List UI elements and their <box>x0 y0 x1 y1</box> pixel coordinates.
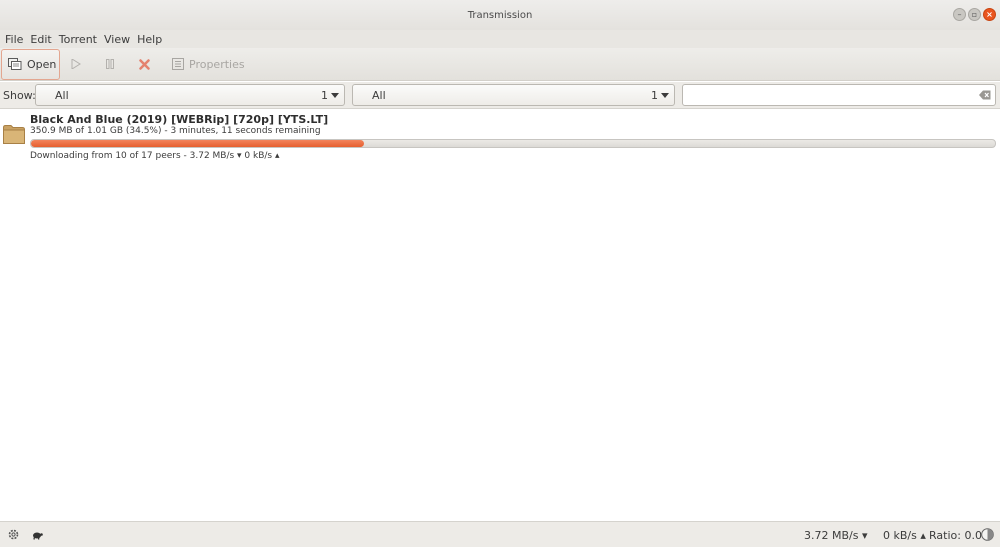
download-speed: 3.72 MB/s ▾ <box>804 529 868 542</box>
torrent-progress-text: 350.9 MB of 1.01 GB (34.5%) - 3 minutes,… <box>30 126 321 136</box>
search-input[interactable] <box>682 84 996 106</box>
menu-torrent[interactable]: Torrent <box>56 33 100 46</box>
show-label: Show: <box>3 89 36 102</box>
minimize-button[interactable]: – <box>953 8 966 21</box>
menu-bar: File Edit Torrent View Help <box>0 30 1000 48</box>
tracker-filter-value: All <box>372 89 386 102</box>
open-button[interactable]: Open <box>1 48 60 80</box>
menu-view[interactable]: View <box>101 33 133 46</box>
pause-button[interactable] <box>99 49 121 80</box>
properties-label: Properties <box>189 57 245 71</box>
menu-help[interactable]: Help <box>134 33 165 46</box>
start-button[interactable] <box>65 49 87 80</box>
remove-icon <box>139 58 150 70</box>
tracker-filter-select[interactable]: All 1 <box>352 84 675 106</box>
properties-icon <box>172 58 184 70</box>
folder-icon <box>3 125 25 144</box>
upload-speed: 0 kB/s ▴ <box>883 529 926 542</box>
gear-icon[interactable] <box>7 528 20 541</box>
window-controls: – ▫ × <box>953 8 996 21</box>
toolbar: Open Properties <box>0 48 1000 81</box>
ratio-label[interactable]: Ratio: 0.0 <box>929 529 982 542</box>
ratio-icon[interactable] <box>981 528 994 541</box>
filter-bar: Show: All 1 All 1 <box>0 82 1000 109</box>
open-icon <box>8 58 22 70</box>
activity-filter-count: 1 <box>321 89 328 102</box>
torrent-list: Black And Blue (2019) [WEBRip] [720p] [Y… <box>0 110 1000 520</box>
properties-button[interactable]: Properties <box>166 49 251 80</box>
start-icon <box>71 59 81 69</box>
torrent-row[interactable]: Black And Blue (2019) [WEBRip] [720p] [Y… <box>0 110 1000 164</box>
close-button[interactable]: × <box>983 8 996 21</box>
torrent-name: Black And Blue (2019) [WEBRip] [720p] [Y… <box>30 113 329 126</box>
pause-icon <box>105 59 115 69</box>
remove-button[interactable] <box>133 49 156 80</box>
torrent-status: Downloading from 10 of 17 peers - 3.72 M… <box>30 151 280 161</box>
open-label: Open <box>27 57 57 71</box>
turtle-icon[interactable] <box>32 530 43 540</box>
chevron-down-icon <box>661 93 669 98</box>
activity-filter-value: All <box>55 89 69 102</box>
activity-filter-select[interactable]: All 1 <box>35 84 345 106</box>
clear-search-icon[interactable] <box>979 90 991 100</box>
status-bar: 3.72 MB/s ▾ 0 kB/s ▴ Ratio: 0.0 <box>0 521 1000 547</box>
chevron-down-icon <box>331 93 339 98</box>
tracker-filter-count: 1 <box>651 89 658 102</box>
menu-file[interactable]: File <box>2 33 26 46</box>
torrent-progress-bar <box>30 139 996 148</box>
title-bar: Transmission – ▫ × <box>0 0 1000 30</box>
torrent-progress-fill <box>31 140 364 147</box>
window-title: Transmission <box>467 9 533 21</box>
menu-edit[interactable]: Edit <box>27 33 54 46</box>
maximize-button[interactable]: ▫ <box>968 8 981 21</box>
